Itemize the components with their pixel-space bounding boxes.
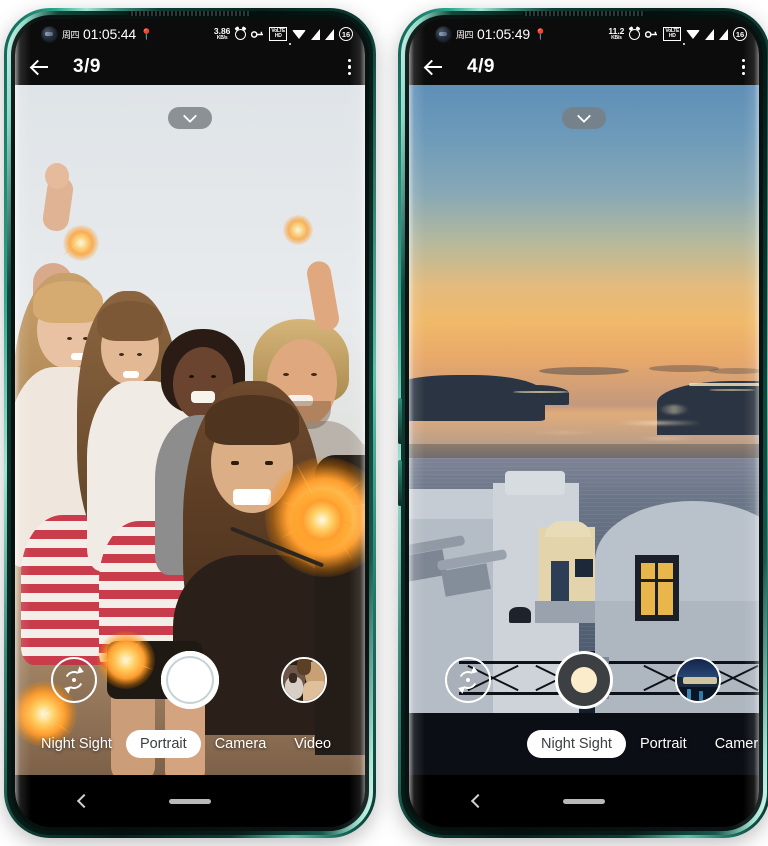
- camera-viewfinder[interactable]: Night Sight Portrait Camera Video: [15, 85, 365, 775]
- status-bar-left: 周四 01:05:49 📍: [421, 25, 608, 43]
- alarm-clock-icon: [629, 28, 641, 40]
- moon-icon: [571, 667, 597, 693]
- nav-home-indicator[interactable]: [563, 798, 605, 804]
- signal-bars-icon-2: [325, 28, 334, 40]
- phone-screen-left: 周四 01:05:44 📍 3.86 KB/s VoLTE HD 16 3/9 …: [15, 19, 365, 827]
- camera-switch-button[interactable]: [445, 657, 491, 703]
- network-speed-unit: KB/s: [611, 34, 622, 41]
- earpiece-grille: [129, 11, 251, 16]
- mode-portrait[interactable]: Portrait: [626, 730, 701, 758]
- front-camera-punch-hole-icon: [41, 25, 58, 43]
- gallery-thumbnail-button[interactable]: [281, 657, 327, 703]
- collapse-viewfinder-button[interactable]: [562, 107, 606, 129]
- back-arrow-icon[interactable]: [29, 56, 51, 78]
- status-bar-left: 周四 01:05:44 📍: [27, 25, 214, 43]
- collapse-viewfinder-button[interactable]: [168, 107, 212, 129]
- status-clock: 01:05:49: [477, 26, 530, 42]
- gallery-thumbnail-button[interactable]: [675, 657, 721, 703]
- signal-bars-icon-2: [719, 28, 728, 40]
- volte-icon: VoLTE HD: [663, 27, 681, 41]
- camera-controls: [15, 647, 365, 713]
- back-arrow-icon[interactable]: [423, 56, 445, 78]
- overflow-menu-icon[interactable]: [741, 58, 745, 76]
- nav-home-indicator[interactable]: [169, 798, 211, 804]
- volte-bottom-label: HD: [274, 33, 282, 39]
- navigation-bar: [15, 775, 365, 827]
- front-camera-punch-hole-icon: [435, 25, 452, 43]
- nav-back-icon[interactable]: [76, 793, 92, 809]
- mode-camera[interactable]: Camera: [701, 730, 759, 758]
- camera-mode-selector: Night Sight Portrait Camera Video: [15, 727, 365, 761]
- location-icon: 📍: [139, 28, 154, 41]
- battery-icon: 16: [733, 27, 747, 41]
- wifi-icon: [683, 29, 700, 45]
- chevron-down-icon: [184, 112, 196, 124]
- status-bar: 周四 01:05:44 📍 3.86 KB/s VoLTE HD 16: [15, 19, 365, 49]
- status-day-label: 周四: [456, 29, 474, 40]
- status-clock: 01:05:44: [83, 26, 136, 42]
- camera-switch-button[interactable]: [51, 657, 97, 703]
- volume-button[interactable]: [398, 398, 402, 444]
- navigation-bar: [409, 775, 759, 827]
- vpn-key-icon: [645, 30, 658, 38]
- mode-video[interactable]: Video: [280, 730, 345, 758]
- page-title: 4/9: [467, 56, 495, 77]
- status-bar: 周四 01:05:49 📍 11.2 KB/s VoLTE HD 16: [409, 19, 759, 49]
- shutter-button[interactable]: [161, 651, 219, 709]
- network-speed-indicator: 11.2 KB/s: [608, 27, 624, 41]
- camera-switch-icon: [62, 666, 86, 694]
- gallery-thumbnail-image: [677, 659, 719, 701]
- battery-icon: 16: [339, 27, 353, 41]
- phone-device-left: 周四 01:05:44 📍 3.86 KB/s VoLTE HD 16 3/9 …: [4, 8, 376, 838]
- location-icon: 📍: [533, 28, 548, 41]
- camera-viewfinder[interactable]: Night Sight Portrait Camera: [409, 85, 759, 775]
- earpiece-grille: [523, 11, 645, 16]
- page-title: 3/9: [73, 56, 101, 77]
- signal-bars-icon-1: [705, 28, 714, 40]
- volte-bottom-label: HD: [668, 33, 676, 39]
- status-bar-right: 11.2 KB/s VoLTE HD 16: [608, 27, 747, 45]
- volte-icon: VoLTE HD: [269, 27, 287, 41]
- phone-screen-right: 周四 01:05:49 📍 11.2 KB/s VoLTE HD 16 4/9 …: [409, 19, 759, 827]
- signal-bars-icon-1: [311, 28, 320, 40]
- alarm-clock-icon: [235, 28, 247, 40]
- wifi-icon: [289, 29, 306, 45]
- app-bar: 3/9: [15, 49, 365, 85]
- power-button[interactable]: [398, 460, 402, 506]
- phone-device-right: 周四 01:05:49 📍 11.2 KB/s VoLTE HD 16 4/9 …: [398, 8, 768, 838]
- mode-camera[interactable]: Camera: [201, 730, 281, 758]
- network-speed-unit: KB/s: [216, 34, 228, 41]
- chevron-down-icon: [578, 112, 590, 124]
- overflow-menu-icon[interactable]: [347, 58, 351, 76]
- camera-switch-icon: [456, 666, 480, 694]
- status-bar-right: 3.86 KB/s VoLTE HD 16: [214, 27, 353, 45]
- gallery-thumbnail-image: [283, 659, 325, 701]
- mode-night-sight[interactable]: Night Sight: [27, 730, 126, 758]
- nav-back-icon[interactable]: [470, 793, 486, 809]
- camera-mode-selector: Night Sight Portrait Camera: [409, 727, 759, 761]
- shutter-button[interactable]: [555, 651, 613, 709]
- mode-portrait[interactable]: Portrait: [125, 730, 201, 758]
- status-day-label: 周四: [62, 29, 80, 40]
- vpn-key-icon: [251, 30, 264, 38]
- screenshot-stage: 周四 01:05:44 📍 3.86 KB/s VoLTE HD 16 3/9 …: [0, 0, 768, 846]
- network-speed-indicator: 3.86 KB/s: [214, 27, 231, 41]
- mode-night-sight[interactable]: Night Sight: [527, 730, 626, 758]
- app-bar: 4/9: [409, 49, 759, 85]
- camera-controls: [409, 647, 759, 713]
